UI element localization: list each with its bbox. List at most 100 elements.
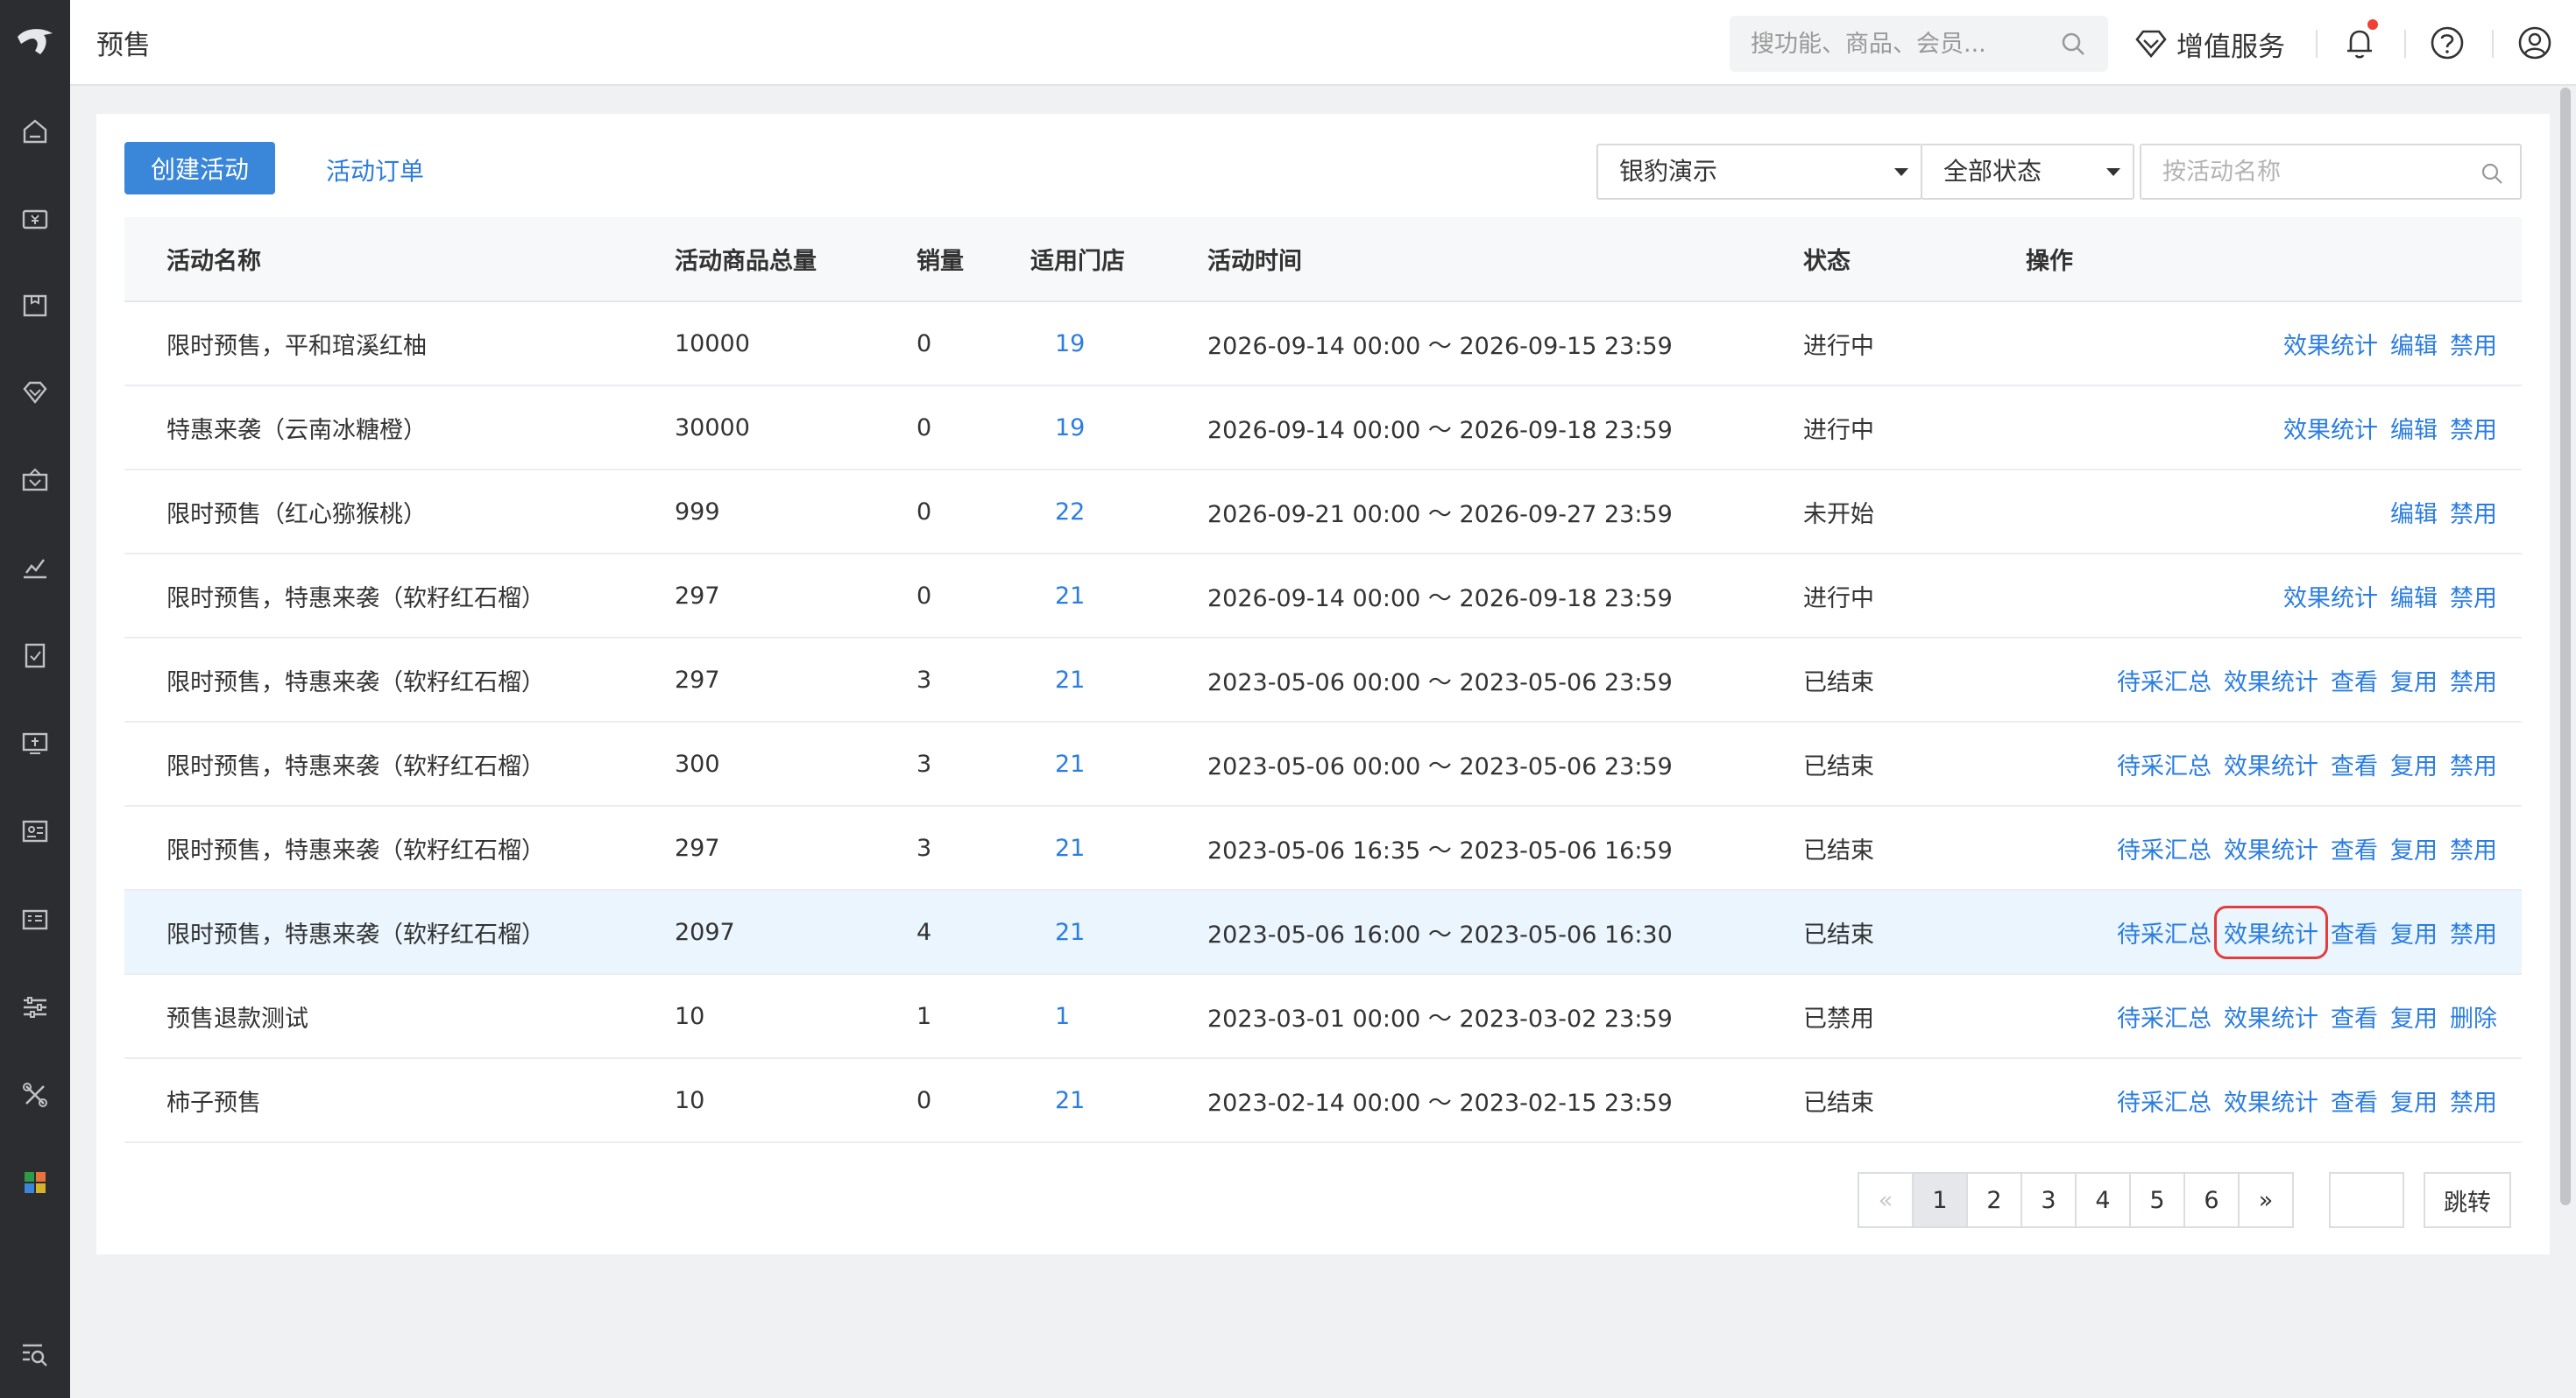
activity-name-cell: 限时预售，特惠来袭（软籽红石榴） xyxy=(124,722,675,807)
apps-icon[interactable] xyxy=(16,1163,54,1202)
col-header-name: 活动名称 xyxy=(124,217,675,302)
analytics-icon[interactable] xyxy=(16,548,54,587)
op-link[interactable]: 待采汇总 xyxy=(2117,831,2212,865)
total-quantity-cell: 10000 xyxy=(675,301,916,386)
settings-icon[interactable] xyxy=(16,988,54,1027)
op-link[interactable]: 禁用 xyxy=(2450,831,2497,865)
stores-link[interactable]: 21 xyxy=(1030,582,1085,610)
page-button[interactable]: 5 xyxy=(2129,1172,2185,1228)
op-link[interactable]: 待采汇总 xyxy=(2117,1084,2212,1118)
op-link[interactable]: 效果统计 xyxy=(2224,663,2318,697)
op-link[interactable]: 效果统计 xyxy=(2283,327,2378,361)
stores-link[interactable]: 19 xyxy=(1030,330,1085,357)
page-jump-input[interactable] xyxy=(2329,1172,2404,1228)
op-link[interactable]: 待采汇总 xyxy=(2117,915,2212,950)
create-activity-button[interactable]: 创建活动 xyxy=(124,142,275,194)
op-link[interactable]: 复用 xyxy=(2390,915,2438,950)
op-link[interactable]: 查看 xyxy=(2331,999,2378,1034)
op-link[interactable]: 待采汇总 xyxy=(2117,663,2212,697)
prev-page-button[interactable]: « xyxy=(1858,1172,1914,1228)
page-jump-button[interactable]: 跳转 xyxy=(2424,1172,2511,1228)
op-link[interactable]: 复用 xyxy=(2390,999,2438,1034)
op-link[interactable]: 复用 xyxy=(2390,831,2438,865)
op-link[interactable]: 待采汇总 xyxy=(2117,747,2212,781)
stores-link[interactable]: 21 xyxy=(1030,919,1085,946)
goods-icon[interactable] xyxy=(16,286,54,324)
op-link[interactable]: 编辑 xyxy=(2390,579,2438,613)
op-link[interactable]: 复用 xyxy=(2390,663,2438,697)
op-link[interactable]: 效果统计 xyxy=(2224,999,2318,1034)
op-link[interactable]: 效果统计 xyxy=(2224,1084,2318,1118)
op-link[interactable]: 复用 xyxy=(2390,747,2438,781)
global-search[interactable] xyxy=(1730,16,2108,72)
notification-bell-icon[interactable] xyxy=(2339,19,2380,63)
status-cell: 已结束 xyxy=(1803,638,2026,723)
help-icon[interactable] xyxy=(2427,23,2467,63)
op-link[interactable]: 查看 xyxy=(2331,1084,2378,1118)
orders-icon[interactable] xyxy=(16,636,54,674)
diamond-icon xyxy=(2135,30,2167,59)
global-search-input[interactable] xyxy=(1730,16,2063,72)
op-link[interactable]: 效果统计 xyxy=(2283,579,2378,613)
op-link[interactable]: 待采汇总 xyxy=(2117,999,2212,1034)
stores-link[interactable]: 21 xyxy=(1030,751,1085,778)
op-link[interactable]: 禁用 xyxy=(2450,579,2497,613)
marketing-icon[interactable] xyxy=(16,461,54,499)
op-link[interactable]: 编辑 xyxy=(2390,495,2438,529)
op-link[interactable]: 禁用 xyxy=(2450,495,2497,529)
search-icon[interactable] xyxy=(2059,30,2087,58)
activity-name-search-input[interactable] xyxy=(2141,145,2474,198)
op-link[interactable]: 禁用 xyxy=(2450,327,2497,361)
header-divider xyxy=(2404,30,2406,58)
op-link[interactable]: 查看 xyxy=(2331,747,2378,781)
stores-link[interactable]: 19 xyxy=(1030,414,1085,441)
cashier-icon[interactable] xyxy=(16,200,54,238)
op-link[interactable]: 编辑 xyxy=(2390,411,2438,445)
value-added-services-button[interactable]: 增值服务 xyxy=(2134,19,2285,68)
op-link[interactable]: 禁用 xyxy=(2450,663,2497,697)
op-link[interactable]: 删除 xyxy=(2450,999,2497,1034)
search-menu-icon[interactable] xyxy=(16,1335,54,1373)
op-link[interactable]: 禁用 xyxy=(2450,411,2497,445)
tools-icon[interactable] xyxy=(16,1076,54,1114)
stores-link[interactable]: 1 xyxy=(1030,1003,1070,1030)
status-select[interactable]: 全部状态 xyxy=(1921,144,2134,200)
next-page-button[interactable]: » xyxy=(2238,1172,2294,1228)
screen-icon[interactable] xyxy=(16,900,54,939)
membership-icon[interactable] xyxy=(16,373,54,412)
search-icon[interactable] xyxy=(2480,161,2504,186)
stores-cell: 21 xyxy=(1030,638,1207,723)
page-button[interactable]: 2 xyxy=(1966,1172,2022,1228)
op-link[interactable]: 禁用 xyxy=(2450,915,2497,950)
activity-name-search[interactable] xyxy=(2140,144,2522,200)
activity-name-cell: 限时预售，平和琯溪红柚 xyxy=(124,301,675,386)
op-link[interactable]: 效果统计 xyxy=(2283,411,2378,445)
stores-link[interactable]: 22 xyxy=(1030,498,1085,526)
staff-icon[interactable] xyxy=(16,811,54,850)
header-divider xyxy=(2316,30,2318,58)
page-button[interactable]: 6 xyxy=(2183,1172,2240,1228)
scrollbar[interactable] xyxy=(2560,88,2571,1205)
store-select[interactable]: 银豹演示 xyxy=(1596,144,1922,200)
op-link[interactable]: 复用 xyxy=(2390,1084,2438,1118)
stores-link[interactable]: 21 xyxy=(1030,835,1085,862)
page-button[interactable]: 1 xyxy=(1912,1172,1968,1228)
op-link[interactable]: 查看 xyxy=(2331,831,2378,865)
op-link[interactable]: 禁用 xyxy=(2450,1084,2497,1118)
stores-link[interactable]: 21 xyxy=(1030,667,1085,694)
activity-orders-link[interactable]: 活动订单 xyxy=(326,152,424,187)
home-icon[interactable] xyxy=(16,112,54,151)
op-link[interactable]: 效果统计 xyxy=(2224,747,2318,781)
op-link[interactable]: 效果统计 xyxy=(2214,905,2328,959)
op-link[interactable]: 查看 xyxy=(2331,915,2378,950)
logo-icon[interactable] xyxy=(0,0,70,84)
finance-icon[interactable] xyxy=(16,724,54,762)
page-button[interactable]: 4 xyxy=(2075,1172,2131,1228)
user-avatar-icon[interactable] xyxy=(2515,23,2555,63)
op-link[interactable]: 编辑 xyxy=(2390,327,2438,361)
page-button[interactable]: 3 xyxy=(2020,1172,2077,1228)
op-link[interactable]: 禁用 xyxy=(2450,747,2497,781)
op-link[interactable]: 查看 xyxy=(2331,663,2378,697)
stores-link[interactable]: 21 xyxy=(1030,1087,1085,1114)
op-link[interactable]: 效果统计 xyxy=(2224,831,2318,865)
